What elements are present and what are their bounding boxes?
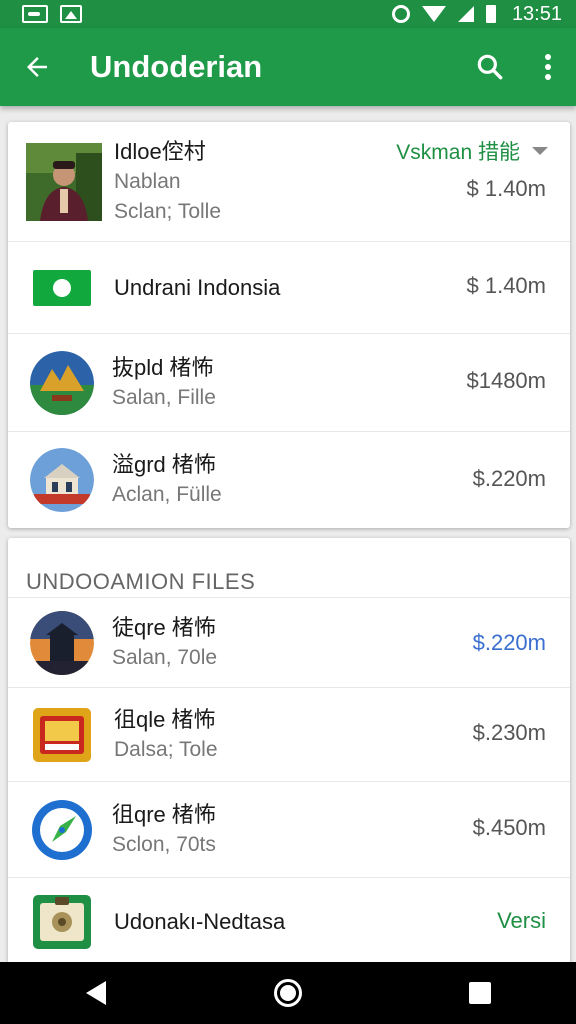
notification-app-icon <box>22 5 48 23</box>
files-card: UNDOOAMION FILES 徒qre 楮怖 Salan, 70le $.2… <box>8 538 570 968</box>
status-bar: 13:51 <box>0 0 576 28</box>
item-price: $ 1.40m <box>466 273 547 298</box>
triangle-back-icon <box>86 981 106 1005</box>
square-recents-icon <box>469 982 491 1004</box>
search-icon <box>477 54 503 80</box>
nav-recents-button[interactable] <box>440 962 520 1024</box>
compass-app-icon <box>30 798 94 862</box>
listing-card: Vskman 措能 Idloe倥村 Nablan Sclan; Tolle $ … <box>8 122 570 528</box>
list-item[interactable]: 溢grd 楮怖 Aclan, Fülle $.220m <box>8 432 570 528</box>
search-button[interactable] <box>460 28 520 106</box>
item-price: $.230m <box>472 720 546 745</box>
home-circle-icon <box>274 979 302 1007</box>
landscape-emblem-icon <box>30 350 94 415</box>
item-price: $1480m <box>466 368 546 393</box>
system-nav-bar <box>0 962 576 1024</box>
cell-signal-icon <box>457 6 474 22</box>
app-bar: Undoderian <box>0 28 576 106</box>
person-photo <box>26 142 102 221</box>
notification-image-icon <box>60 5 82 23</box>
wifi-icon <box>421 6 446 22</box>
list-item[interactable]: Undrani Indonsia $ 1.40m <box>8 242 570 334</box>
more-options-button[interactable] <box>520 28 576 106</box>
flag-icon <box>33 269 91 306</box>
item-price: $ 1.40m <box>466 176 547 201</box>
package-app-icon <box>33 895 91 949</box>
settings-gear-icon <box>391 5 410 23</box>
list-item[interactable]: 徒qre 楮怖 Salan, 70le $.220m <box>8 598 570 688</box>
item-price: $.450m <box>472 815 546 840</box>
arrow-back-icon <box>27 57 47 77</box>
nav-home-button[interactable] <box>248 962 328 1024</box>
calendar-app-icon <box>33 707 91 762</box>
item-title: Idloe倥村 <box>114 138 206 164</box>
back-button[interactable] <box>0 28 74 106</box>
status-right: 13:51 <box>391 2 562 26</box>
more-vert-icon <box>545 54 551 80</box>
list-item[interactable]: 徂qle 楮怖 Dalsa; Tole $.230m <box>8 688 570 782</box>
status-left <box>22 5 82 23</box>
list-item[interactable]: 抜pld 楮怖 Salan, Fille $1480m <box>8 334 570 432</box>
section-header: UNDOOAMION FILES <box>8 538 570 598</box>
temple-sunset-icon <box>30 610 94 675</box>
section-title: UNDOOAMION FILES <box>26 569 256 594</box>
list-item[interactable]: Udonakı-Nedtasa Versi <box>8 878 570 966</box>
list-item[interactable]: 徂qre 楮怖 Sclon, 70ts $.450m <box>8 782 570 878</box>
nav-back-button[interactable] <box>56 962 136 1024</box>
item-price: $.220m <box>472 466 546 491</box>
status-time: 13:51 <box>511 2 562 25</box>
list-item[interactable]: Idloe倥村 Nablan Sclan; Tolle $ 1.40m <box>8 122 570 242</box>
item-action-label[interactable]: Versi <box>497 908 546 934</box>
building-emblem-icon <box>30 448 94 512</box>
app-title: Undoderian <box>90 49 263 84</box>
item-price: $.220m <box>472 630 546 655</box>
battery-icon <box>485 5 496 23</box>
